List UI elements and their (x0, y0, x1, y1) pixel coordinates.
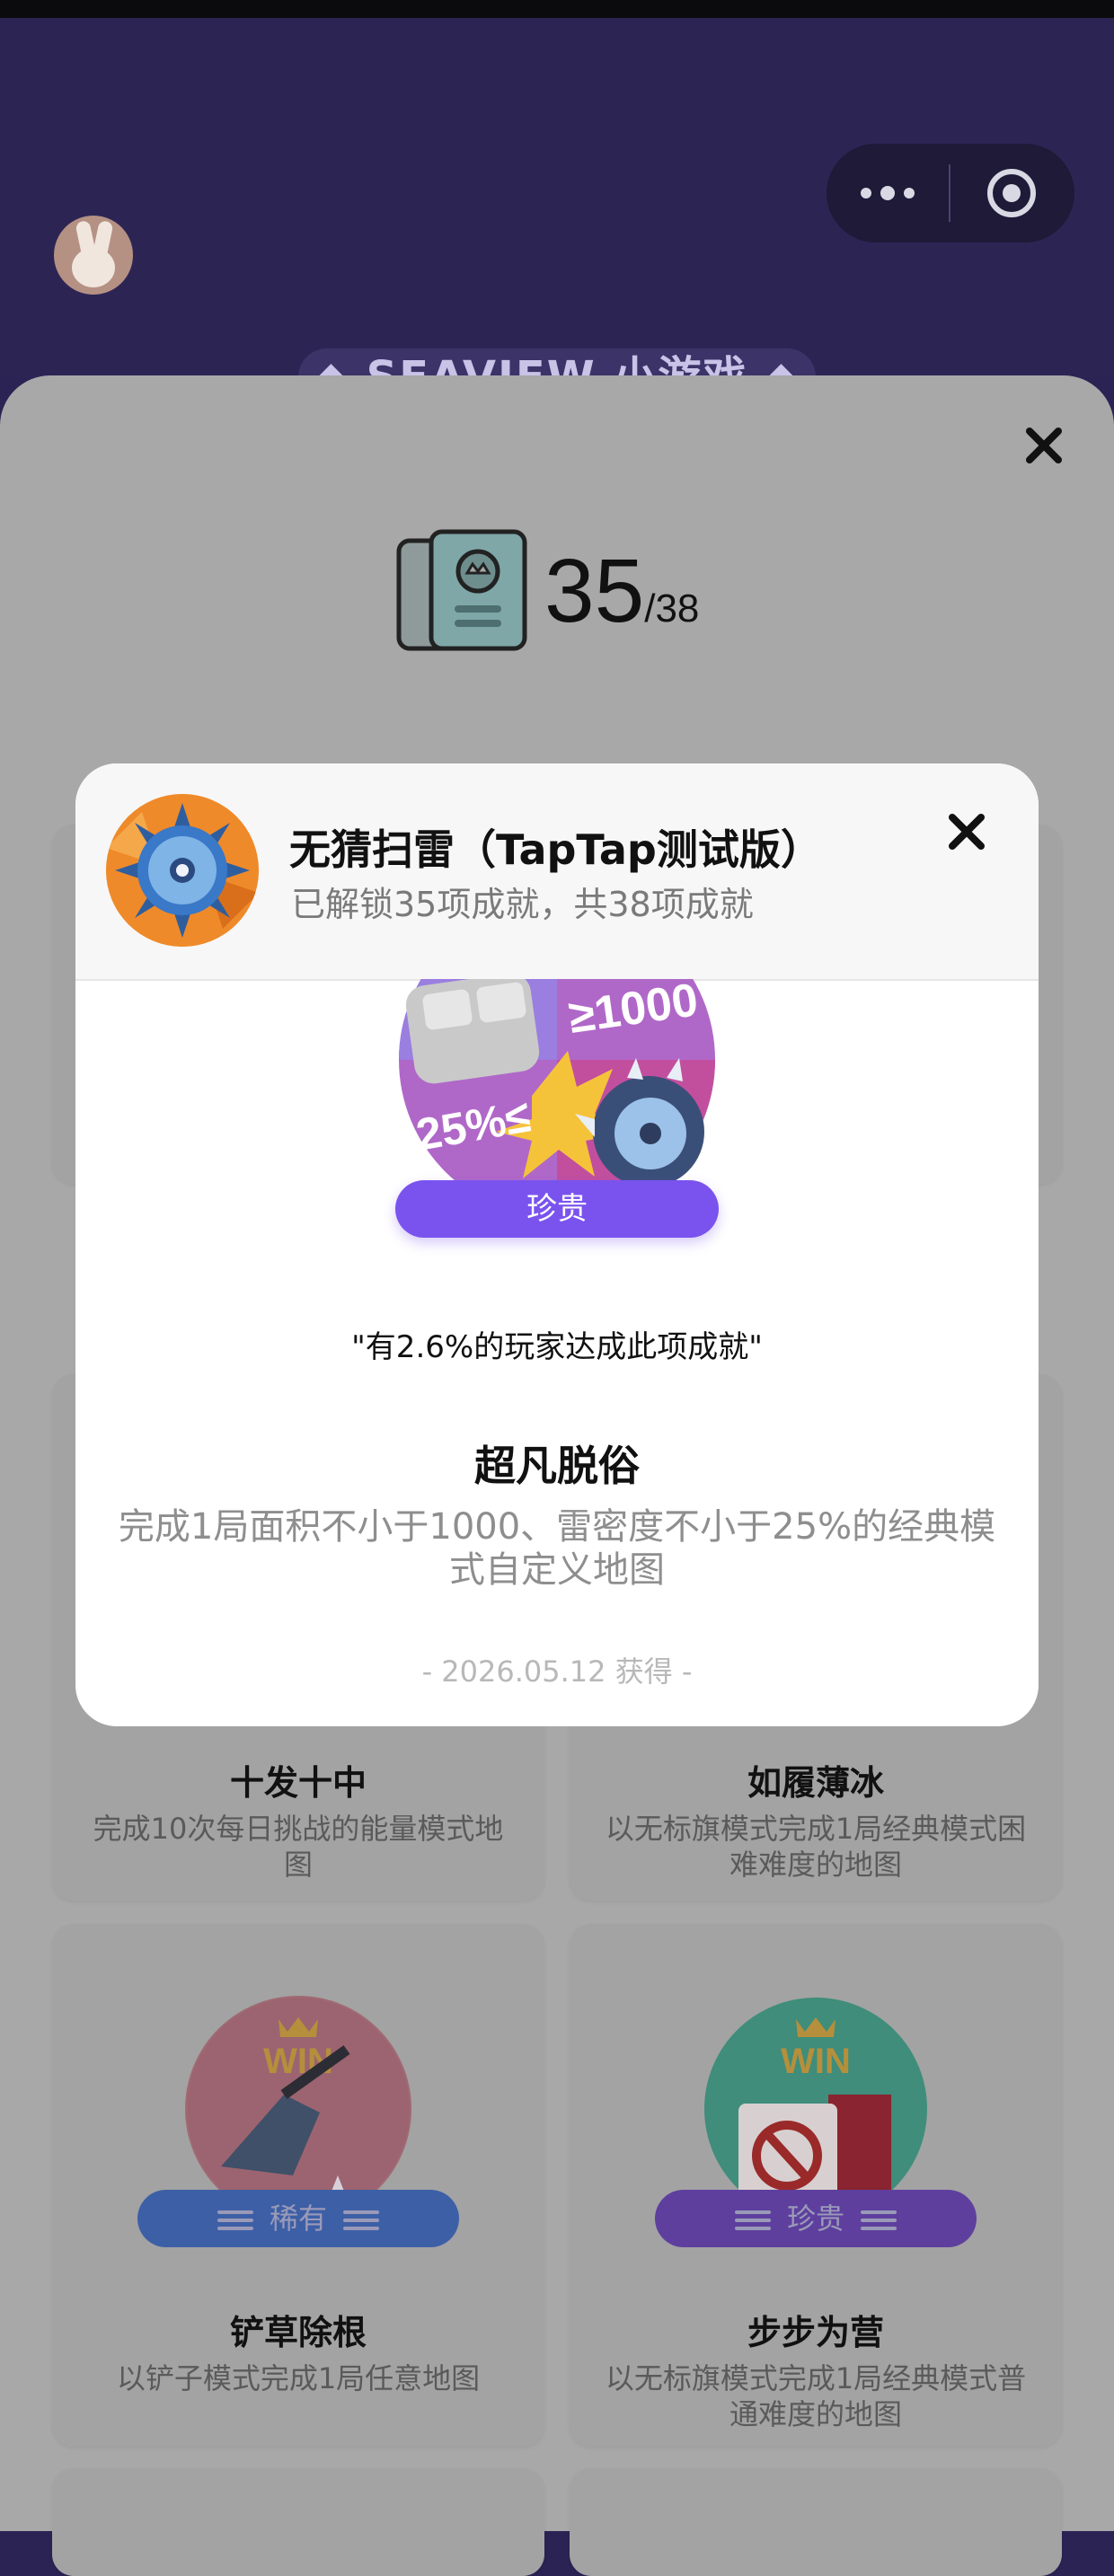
achievement-detail-modal: 无猜扫雷（TapTap测试版） 已解锁35项成就，共38项成就 ≥1000 25… (75, 763, 1039, 1726)
stripe-decoration (734, 2206, 771, 2235)
rarity-label: 稀有 (269, 2201, 327, 2236)
shovel-icon: WIN (187, 1998, 410, 2222)
achievement-title: 步步为营 (747, 2313, 884, 2352)
svg-text:WIN: WIN (781, 2042, 851, 2081)
achievement-badge: WIN (703, 1996, 929, 2222)
achievement-title: 十发十中 (229, 1763, 367, 1803)
stripe-decoration (343, 2206, 379, 2235)
player-percentage: "有2.6%的玩家达成此项成就" (351, 1329, 763, 1365)
achievement-card[interactable] (52, 2468, 544, 2576)
achievement-desc: 以无标旗模式完成1局经典模式困难难度的地图 (605, 1812, 1027, 1882)
unlock-date: - 2026.05.12 获得 - (421, 1654, 693, 1689)
exit-button[interactable] (950, 144, 1073, 243)
unlock-summary: 已解锁35项成就，共38项成就 (291, 885, 754, 924)
close-icon[interactable] (945, 810, 988, 853)
achievement-name: 超凡脱俗 (474, 1442, 640, 1490)
more-dot (904, 188, 915, 198)
rarity-badge: 珍贵 (395, 1180, 719, 1238)
total-number: /38 (644, 587, 700, 631)
achievement-book-icon (396, 529, 527, 651)
stripe-decoration (217, 2206, 253, 2235)
unlocked-number: 35 (544, 541, 645, 641)
avatar-face (72, 248, 115, 287)
mine-icon (106, 794, 259, 947)
avatar[interactable] (54, 216, 133, 295)
more-dot (861, 188, 871, 198)
achievement-desc: 以铲子模式完成1局任意地图 (116, 2361, 481, 2395)
close-icon[interactable] (1021, 422, 1067, 469)
rarity-label: 珍贵 (786, 2201, 844, 2236)
achievement-title: 如履薄冰 (747, 1763, 884, 1803)
unlocked-count: 35/38 (544, 537, 699, 663)
app-header: ◆ SEAVIEW 小游戏 ◆ (0, 18, 1114, 406)
miniprogram-capsule (827, 144, 1074, 243)
achievement-card[interactable]: WIN 珍贵 步步为营 以无标旗模式完成1局经典模式普通难度的地图 (570, 1924, 1062, 2447)
achievement-desc: 以无标旗模式完成1局经典模式普通难度的地图 (605, 2361, 1027, 2431)
achievement-badge: WIN (185, 1996, 411, 2222)
more-button[interactable] (827, 144, 949, 243)
more-dot (880, 186, 895, 200)
target-icon (987, 169, 1036, 217)
rarity-label: 珍贵 (526, 1191, 588, 1227)
achievement-card[interactable]: WIN 稀有 铲草除根 以铲子模式完成1局任意地图 (52, 1924, 544, 2447)
achievement-title: 铲草除根 (229, 2313, 367, 2352)
game-icon (106, 794, 259, 947)
rarity-badge: 珍贵 (655, 2190, 977, 2247)
no-flag-icon: WIN (704, 1998, 927, 2220)
stripe-decoration (861, 2206, 897, 2235)
achievement-description: 完成1局面积不小于1000、雷密度不小于25%的经典模式自定义地图 (118, 1506, 996, 1591)
status-bar (0, 0, 1114, 18)
game-title: 无猜扫雷（TapTap测试版） (289, 825, 822, 874)
achievement-badge-icon: ≥1000 25%≤ (399, 974, 715, 1213)
achievement-desc: 完成10次每日挑战的能量模式地图 (93, 1812, 504, 1882)
achievement-card[interactable] (570, 2468, 1062, 2576)
rarity-badge: 稀有 (137, 2190, 459, 2247)
